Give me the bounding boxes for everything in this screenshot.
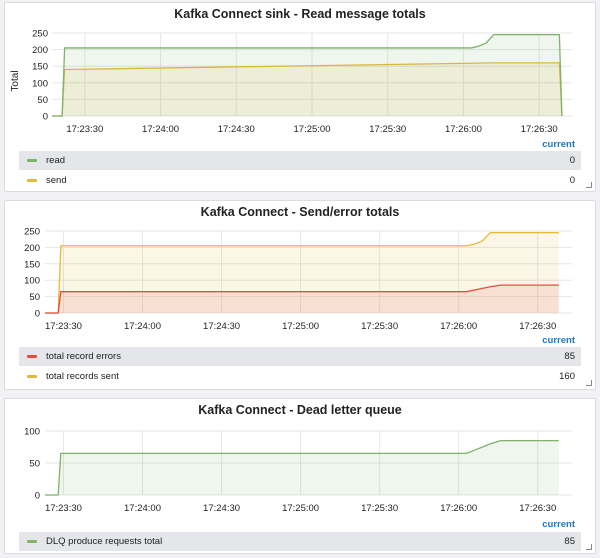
legend-item-total-record-errors[interactable]: total record errors 85 [19, 347, 581, 366]
panel-dead-letter-queue: Kafka Connect - Dead letter queue 0 50 100… [4, 398, 596, 554]
x-tick-label: 17:25:00 [294, 124, 331, 135]
x-tick-label: 17:25:00 [282, 503, 319, 514]
legend-current-header[interactable]: current [542, 519, 575, 530]
resize-handle-icon[interactable] [586, 544, 592, 550]
x-tick-label: 17:23:30 [45, 321, 82, 332]
legend-label: total records sent [46, 371, 119, 382]
x-tick-label: 17:26:30 [519, 503, 556, 514]
legend-value: 85 [564, 351, 575, 362]
panel-read-message-totals: Kafka Connect sink - Read message totals… [4, 2, 596, 192]
legend-item-send[interactable]: send 0 [19, 171, 581, 190]
x-tick-label: 17:26:30 [521, 124, 558, 135]
legend-value: 0 [569, 175, 575, 186]
y-tick-label: 50 [29, 292, 40, 303]
legend-current-header[interactable]: current [542, 139, 575, 150]
legend-value: 160 [559, 371, 575, 382]
y-tick-label: 100 [32, 78, 48, 89]
legend-swatch [27, 159, 37, 162]
y-tick-label: 100 [24, 427, 40, 438]
legend-value: 85 [564, 536, 575, 547]
x-tick-label: 17:25:30 [369, 124, 406, 135]
x-tick-label: 17:24:00 [142, 124, 179, 135]
x-tick-label: 17:25:30 [361, 503, 398, 514]
resize-handle-icon[interactable] [586, 380, 592, 386]
x-tick-label: 17:26:00 [440, 503, 477, 514]
y-tick-label: 150 [24, 259, 40, 270]
y-tick-label: 200 [32, 45, 48, 56]
series-area-dlq-produce-requests-total [45, 440, 559, 495]
y-tick-label: 0 [35, 491, 40, 502]
y-tick-label: 100 [24, 276, 40, 287]
x-tick-label: 17:25:30 [361, 321, 398, 332]
resize-handle-icon[interactable] [586, 182, 592, 188]
legend-value: 0 [569, 155, 575, 166]
series-area-read [52, 34, 562, 116]
y-tick-label: 50 [29, 459, 40, 470]
x-tick-label: 17:26:00 [440, 321, 477, 332]
x-tick-label: 17:23:30 [45, 503, 82, 514]
legend-swatch [27, 540, 37, 543]
legend-swatch [27, 179, 37, 182]
y-tick-label: 250 [24, 227, 40, 238]
y-tick-label: 0 [35, 309, 40, 320]
legend-current-header[interactable]: current [542, 335, 575, 346]
x-tick-label: 17:24:00 [124, 321, 161, 332]
y-tick-label: 0 [43, 112, 48, 123]
legend-item-dlq-produce-requests-total[interactable]: DLQ produce requests total 85 [19, 532, 581, 551]
legend-swatch [27, 355, 37, 358]
y-tick-label: 150 [32, 62, 48, 73]
y-tick-label: 250 [32, 29, 48, 40]
x-tick-label: 17:26:00 [445, 124, 482, 135]
legend-label: send [46, 175, 67, 186]
x-tick-label: 17:25:00 [282, 321, 319, 332]
x-tick-label: 17:24:00 [124, 503, 161, 514]
y-tick-label: 200 [24, 243, 40, 254]
y-axis-label: Total [10, 70, 21, 91]
x-tick-label: 17:23:30 [66, 124, 103, 135]
legend-label: read [46, 155, 66, 166]
x-tick-label: 17:24:30 [203, 321, 240, 332]
legend-swatch [27, 375, 37, 378]
legend-item-total-records-sent[interactable]: total records sent 160 [19, 367, 581, 386]
legend-label: total record errors [46, 351, 121, 362]
x-tick-label: 17:24:30 [218, 124, 255, 135]
legend-item-read[interactable]: read 0 [19, 151, 581, 170]
y-tick-label: 50 [37, 95, 48, 106]
x-tick-label: 17:26:30 [519, 321, 556, 332]
panel-send-error-totals: Kafka Connect - Send/error totals 0 50 100… [4, 200, 596, 390]
x-tick-label: 17:24:30 [203, 503, 240, 514]
legend-label: DLQ produce requests total [46, 536, 163, 547]
